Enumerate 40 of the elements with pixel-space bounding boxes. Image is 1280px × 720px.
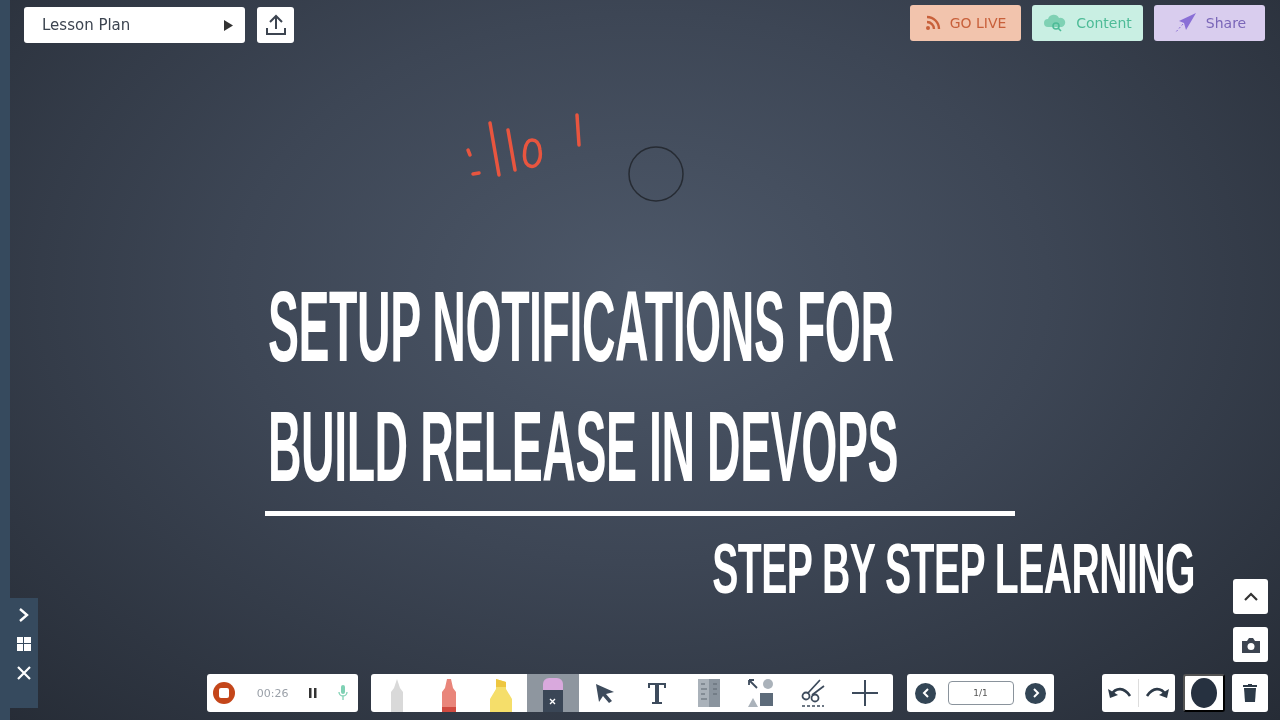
close-icon[interactable] — [16, 665, 32, 681]
subtitle: STEP BY STEP LEARNING — [712, 534, 1195, 604]
record-timer: 00:26 — [256, 686, 289, 700]
scroll-up-button[interactable] — [1233, 579, 1268, 614]
cursor-ring — [627, 145, 685, 203]
chevron-up-icon — [1242, 591, 1259, 602]
stop-record-button[interactable] — [212, 681, 236, 705]
eraser-tool[interactable] — [527, 674, 579, 712]
lesson-plan-dropdown[interactable]: Lesson Plan — [24, 7, 245, 43]
color-picker-button[interactable] — [1183, 674, 1225, 712]
title-line: SETUP NOTIFICATIONS FOR — [268, 276, 894, 376]
trash-button[interactable] — [1232, 674, 1268, 712]
text-tool-icon — [646, 681, 668, 705]
eraser-icon — [541, 676, 565, 712]
title-line: BUILD RELEASE IN DEVOPS — [268, 396, 899, 496]
previous-page-button[interactable] — [915, 682, 936, 704]
chevron-left-icon — [921, 688, 930, 698]
camera-button[interactable] — [1233, 627, 1268, 662]
upload-icon — [264, 14, 287, 36]
cloud-search-icon — [1043, 14, 1068, 32]
rss-icon — [924, 15, 941, 31]
plus-icon — [851, 679, 879, 707]
expand-chevron-icon[interactable] — [18, 607, 30, 623]
shapes-icon — [747, 678, 775, 708]
redo-icon — [1145, 686, 1169, 700]
live-button[interactable]: GO LIVE — [910, 5, 1021, 41]
chevron-right-icon — [1031, 688, 1040, 698]
next-page-button[interactable] — [1025, 682, 1046, 704]
upload-button[interactable] — [257, 7, 294, 43]
play-caret-icon — [224, 19, 233, 31]
camera-icon — [1240, 635, 1261, 654]
trash-icon — [1243, 684, 1257, 702]
content-button[interactable]: Content — [1032, 5, 1143, 41]
ruler-icon — [697, 678, 721, 708]
page-indicator: 1/1 — [947, 681, 1014, 705]
scissors-icon — [800, 678, 826, 708]
share-button[interactable]: Share — [1154, 5, 1265, 41]
undo-icon — [1108, 686, 1132, 700]
pause-button[interactable] — [309, 688, 318, 698]
windows-icon[interactable] — [17, 637, 31, 651]
